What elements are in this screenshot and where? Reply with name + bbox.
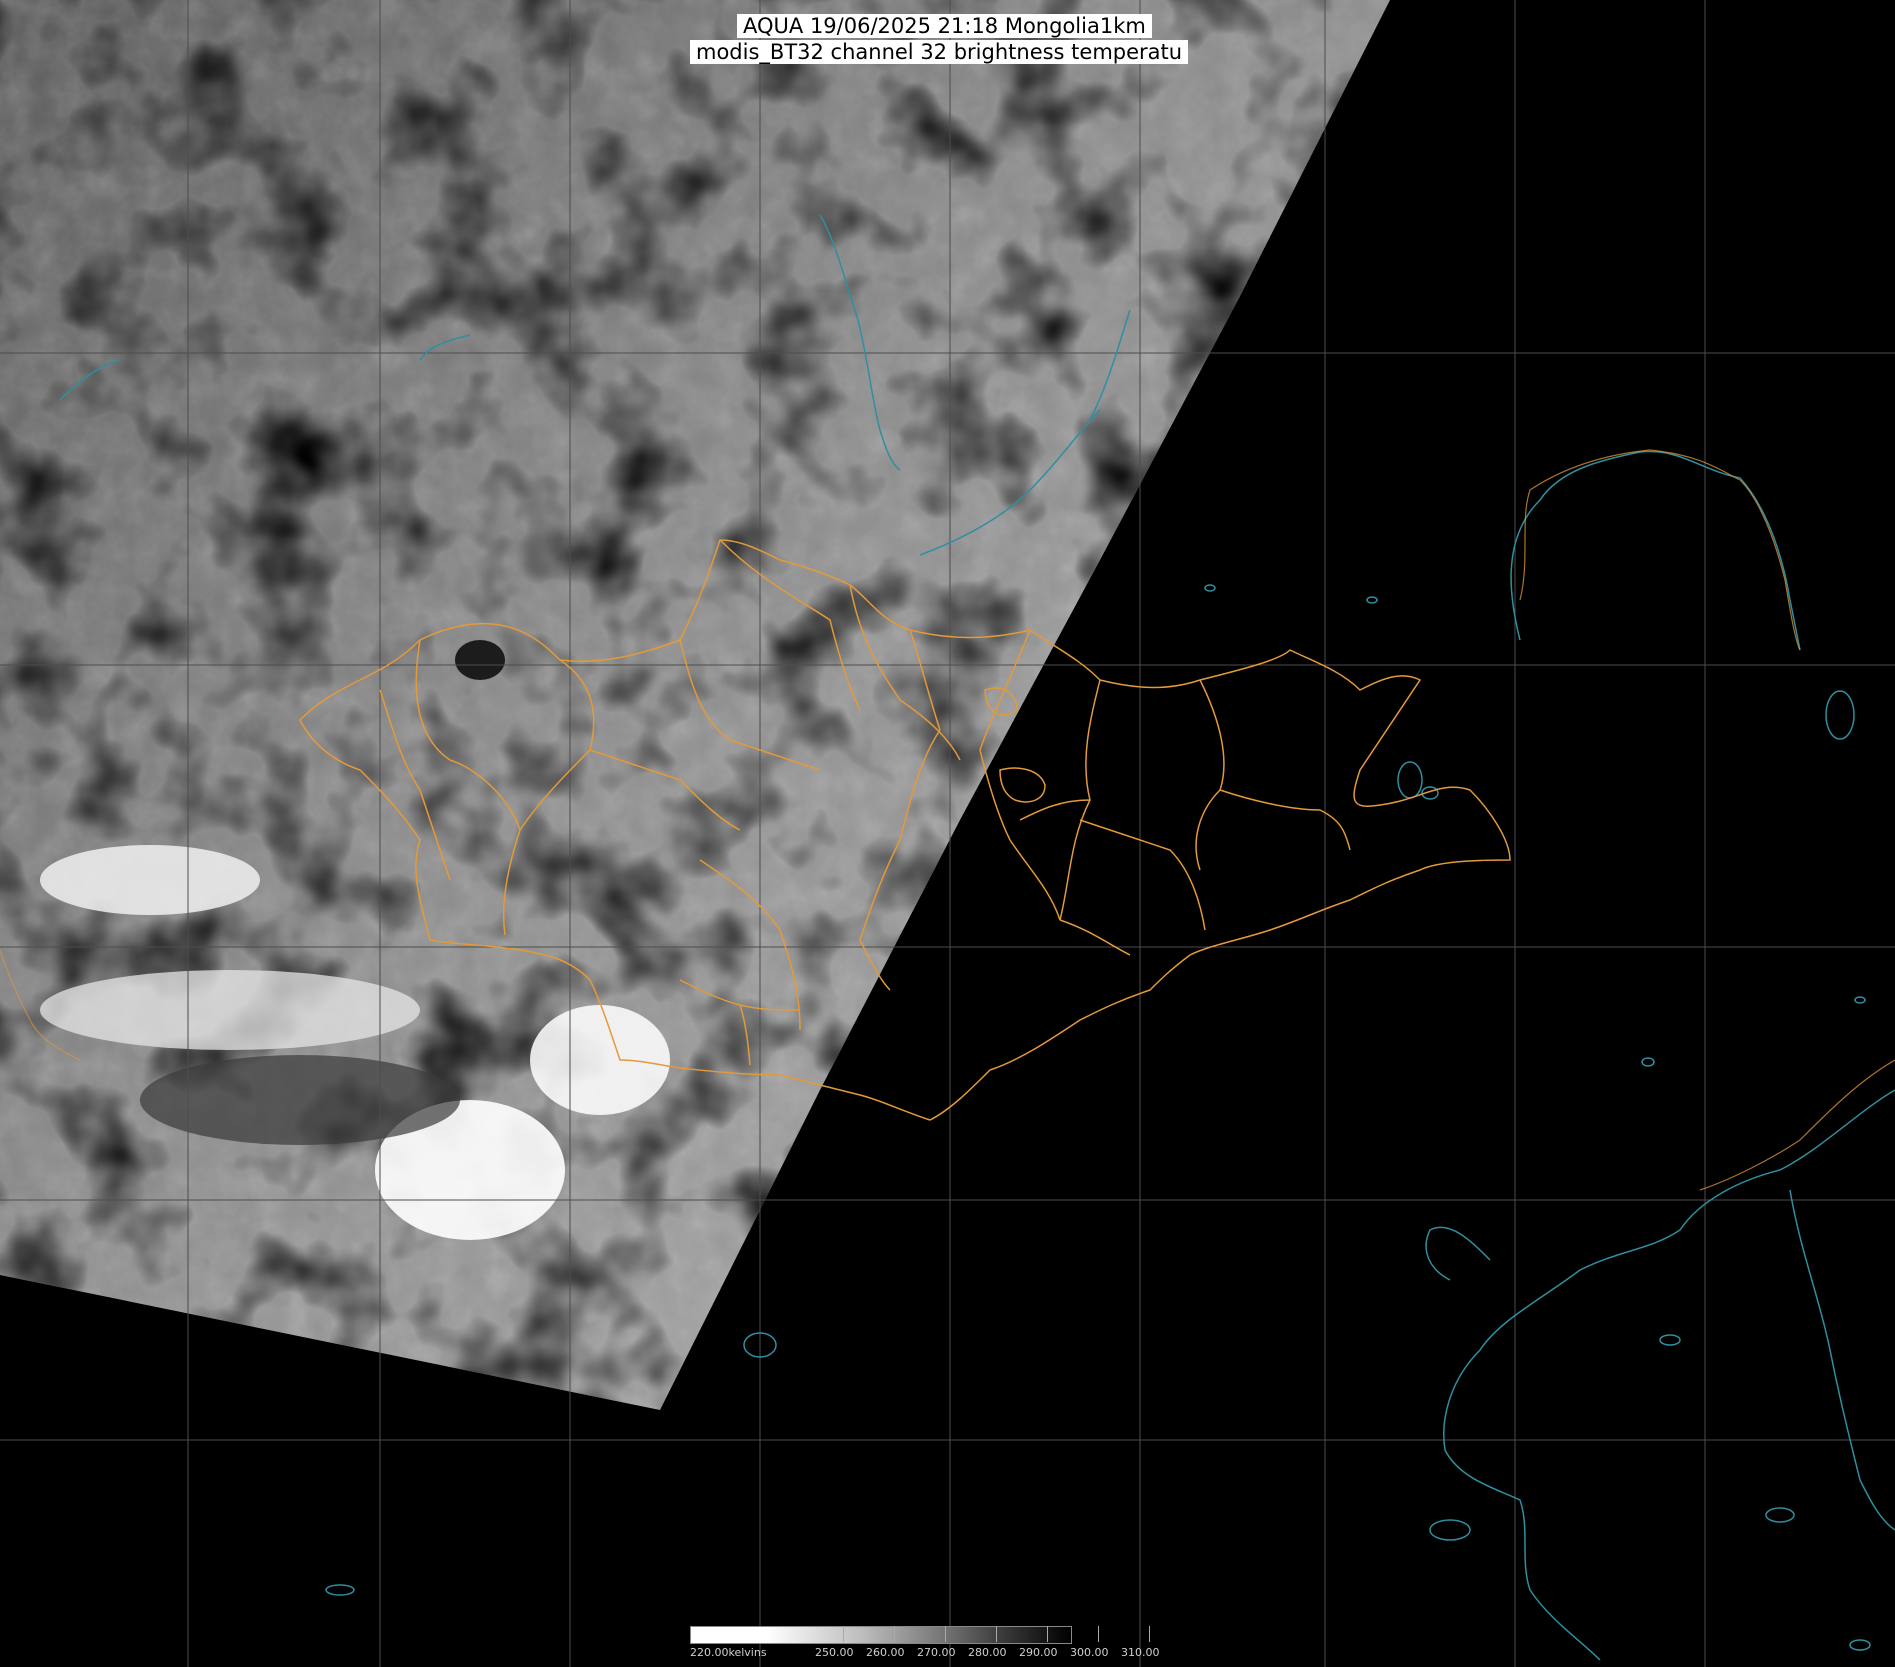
colorbar-tick <box>1149 1626 1150 1642</box>
colorbar-tick-label: 260.00 <box>866 1646 905 1659</box>
title-line-1: AQUA 19/06/2025 21:18 Mongolia1km <box>737 14 1152 38</box>
colorbar-tick <box>996 1626 997 1642</box>
colorbar-legend: 220.00kelvins 250.00 260.00 270.00 280.00 29… <box>690 1626 1200 1666</box>
colorbar-tick-label: 300.00 <box>1070 1646 1109 1659</box>
colorbar-tick <box>894 1626 895 1642</box>
colorbar-tick-label: 280.00 <box>968 1646 1007 1659</box>
colorbar-tick-label: 270.00 <box>917 1646 956 1659</box>
colorbar-tick <box>945 1626 946 1642</box>
colorbar-tick-label: 310.00 <box>1121 1646 1160 1659</box>
colorbar-tick <box>1047 1626 1048 1642</box>
colorbar-tick <box>1098 1626 1099 1642</box>
colorbar-tick-label: 250.00 <box>815 1646 854 1659</box>
colorbar-ticks: 220.00kelvins 250.00 260.00 270.00 280.00 29… <box>690 1626 1200 1666</box>
colorbar-tick-label: 290.00 <box>1019 1646 1058 1659</box>
colorbar-unit-label: 220.00kelvins <box>690 1646 767 1659</box>
colorbar-tick <box>843 1626 844 1642</box>
satellite-map <box>0 0 1895 1667</box>
satellite-swath <box>0 0 1390 1410</box>
title-line-2: modis_BT32 channel 32 brightness tempera… <box>690 40 1189 64</box>
